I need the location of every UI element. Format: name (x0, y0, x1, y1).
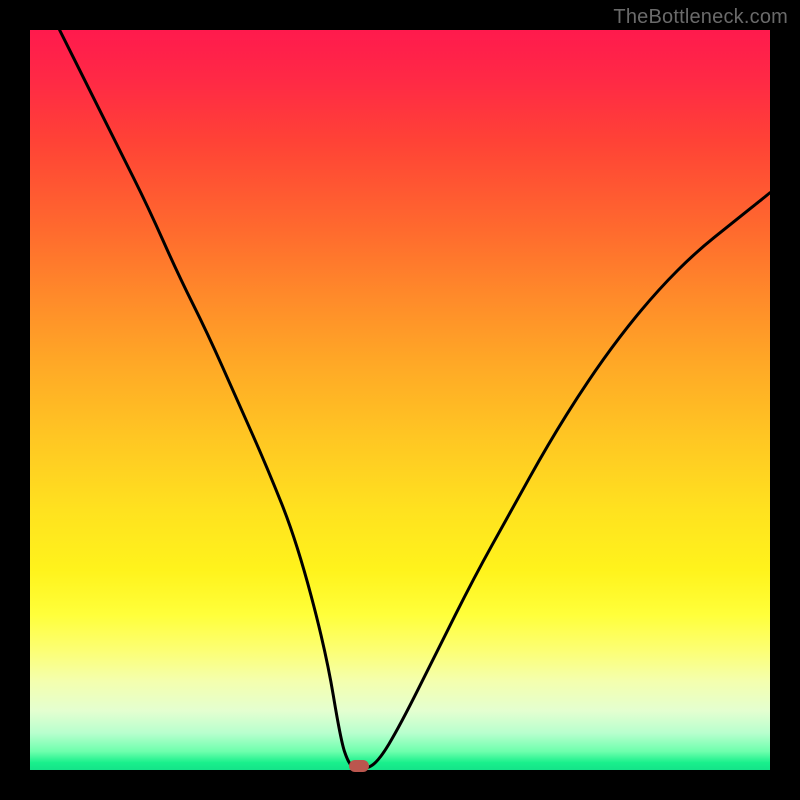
watermark-text: TheBottleneck.com (613, 6, 788, 29)
bottleneck-curve (30, 30, 770, 770)
chart-frame: TheBottleneck.com (0, 0, 800, 800)
optimum-marker (349, 760, 369, 772)
